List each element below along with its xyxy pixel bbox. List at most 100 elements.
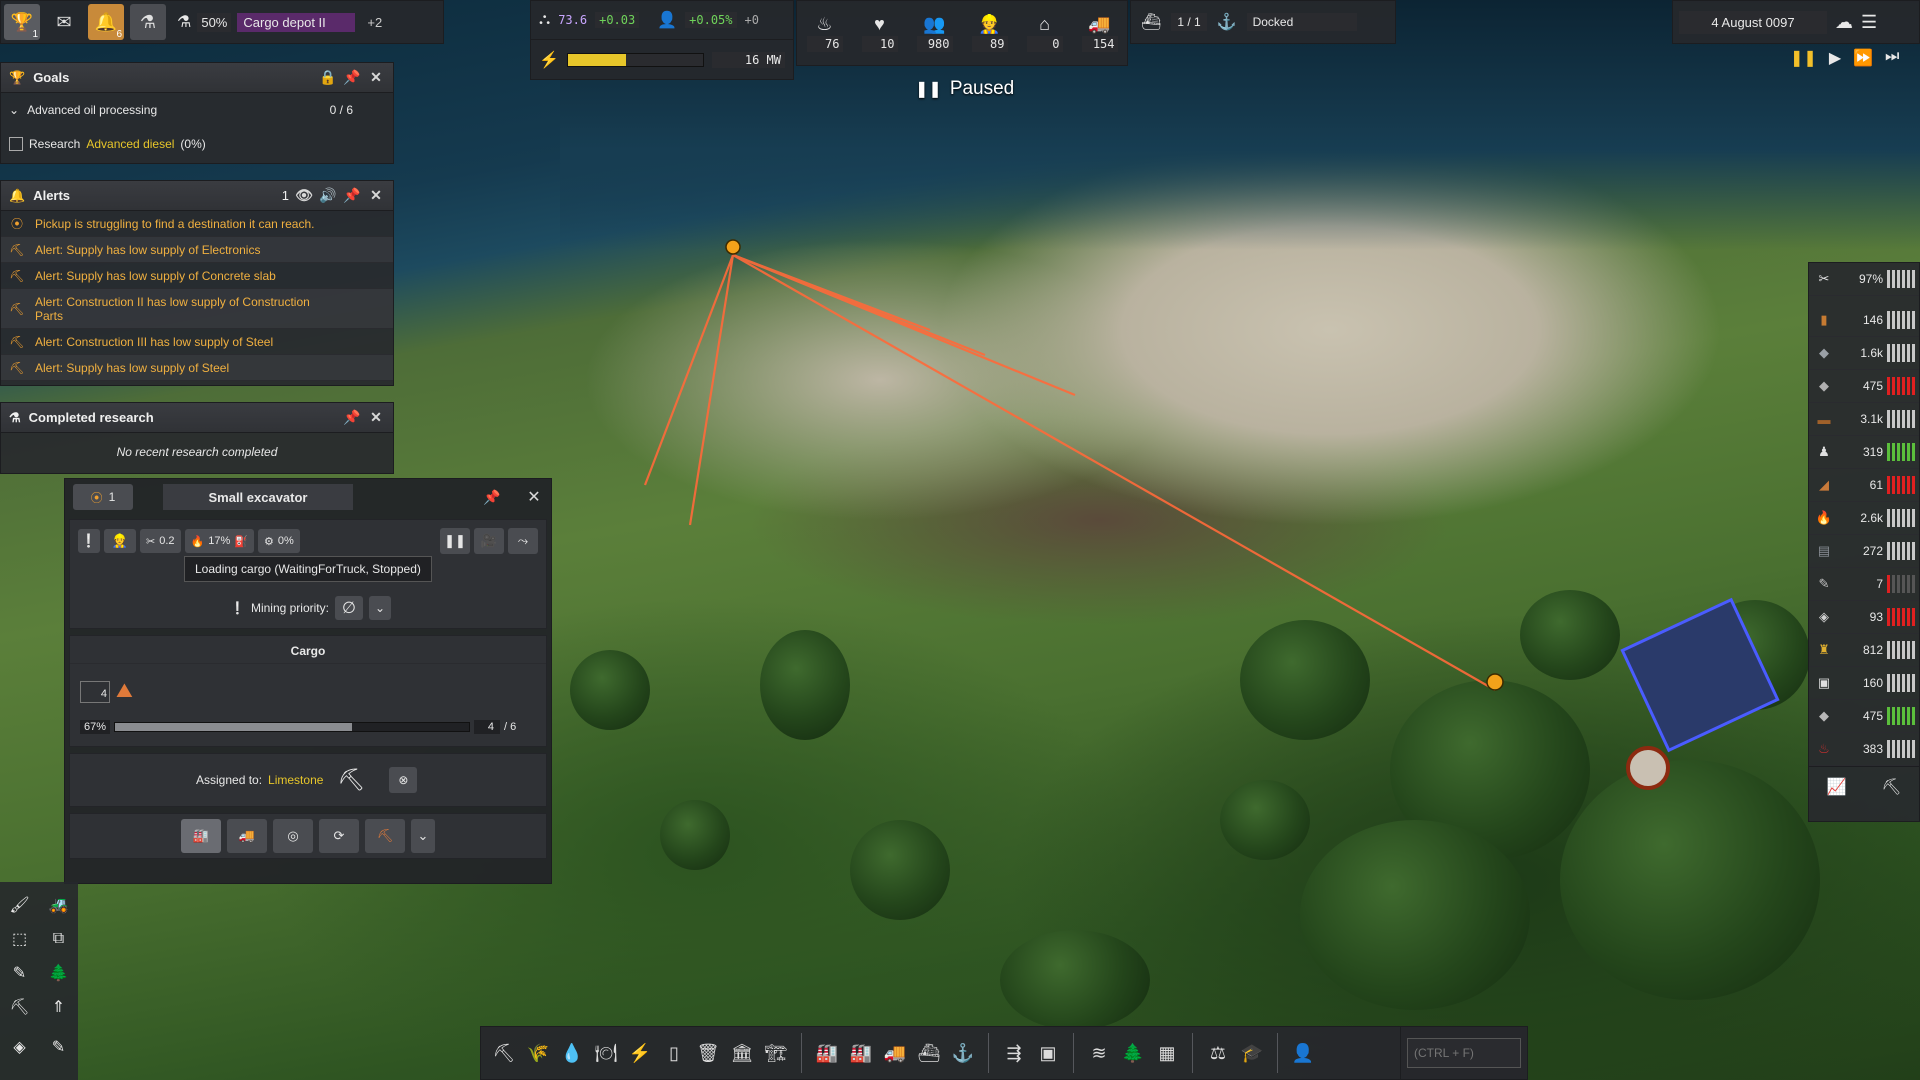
truck-icon[interactable]: 🚚	[227, 819, 267, 853]
play-button[interactable]: ▶	[1829, 48, 1841, 68]
pause-button[interactable]: ❚❚	[1790, 48, 1817, 68]
resource-row[interactable]: ◢ 61	[1809, 469, 1919, 502]
power-bar[interactable]: ⚡ 16 MW	[531, 40, 793, 79]
resource-row[interactable]: ▮ 146	[1809, 304, 1919, 337]
goals-button[interactable]: 🏆 1	[4, 4, 40, 40]
population-stat[interactable]: 👥 980	[913, 1, 957, 65]
close-icon[interactable]: ✕	[367, 187, 385, 205]
lock-icon[interactable]: 🔒	[319, 69, 337, 87]
resource-row[interactable]: ▤ 272	[1809, 535, 1919, 568]
research-button[interactable]: ⚗	[130, 4, 166, 40]
resource-row[interactable]: ♨ 383	[1809, 733, 1919, 766]
build-storage-icon[interactable]: ▯	[657, 1036, 691, 1070]
fuel-stat[interactable]: 🔥 17% ⛽	[184, 529, 254, 553]
assigned-target[interactable]: Limestone	[268, 773, 323, 787]
alert-item[interactable]: ⛏ Alert: Construction III has low supply …	[1, 329, 393, 355]
pin-icon[interactable]: 📌	[343, 409, 361, 427]
ore-icon[interactable]: ⛏	[1881, 777, 1901, 797]
eyedropper-icon[interactable]: ✎	[13, 963, 26, 983]
build-dock-icon[interactable]: ⚓	[946, 1036, 980, 1070]
resource-row[interactable]: ◆ 475	[1809, 700, 1919, 733]
storage-indicator[interactable]: ⚗ 50% Cargo depot II +2	[177, 12, 382, 32]
resource-row[interactable]: ▣ 160	[1809, 667, 1919, 700]
resource-row[interactable]: ◈ 93	[1809, 601, 1919, 634]
build-power-icon[interactable]: ⚡	[623, 1036, 657, 1070]
resource-row[interactable]: ✎ 7	[1809, 568, 1919, 601]
edit-icon[interactable]: ✎	[52, 1037, 65, 1057]
route-icon[interactable]: ⤳	[508, 528, 538, 554]
factory-icon[interactable]: 🏭	[181, 819, 221, 853]
worker-icon[interactable]: 👷	[104, 529, 136, 553]
messages-button[interactable]: ✉	[46, 4, 82, 40]
build-farm-icon[interactable]: 🌾	[521, 1036, 555, 1070]
pin-icon[interactable]: 📌	[343, 187, 361, 205]
cargo-slot[interactable]: 4 ⛰	[80, 680, 133, 703]
target-icon[interactable]: ◎	[273, 819, 313, 853]
pause-vehicle-button[interactable]: ❚❚	[440, 528, 470, 554]
task-link[interactable]: Advanced diesel	[86, 137, 174, 151]
build-decor-icon[interactable]: ▦	[1150, 1036, 1184, 1070]
tree-cut-icon[interactable]: 🌲	[49, 963, 69, 983]
resource-row[interactable]: ◆ 475	[1809, 370, 1919, 403]
weather-icon[interactable]: ☁	[1835, 12, 1853, 33]
menu-icon[interactable]: ☰	[1861, 12, 1877, 33]
build-water-icon[interactable]: 💧	[555, 1036, 589, 1070]
resource-row[interactable]: 🔥 2.6k	[1809, 502, 1919, 535]
fastest-button[interactable]: ⏭	[1885, 48, 1899, 68]
build-ship-icon[interactable]: ⛴	[912, 1036, 946, 1070]
build-vehicles-icon[interactable]: 🚚	[878, 1036, 912, 1070]
goal-item[interactable]: ⌄ Advanced oil processing 0 / 6	[1, 93, 393, 127]
pin-icon[interactable]: 📌	[483, 488, 501, 506]
resource-row[interactable]: ♟ 319	[1809, 436, 1919, 469]
alert-item[interactable]: ⛏ Alert: Supply has low supply of Concret…	[1, 263, 393, 289]
task-checkbox[interactable]	[9, 137, 23, 151]
balance-icon[interactable]: ⚖	[1201, 1036, 1235, 1070]
copy-icon[interactable]: ⧉	[53, 930, 64, 948]
unassign-button[interactable]: ⊗	[389, 767, 418, 793]
build-food-icon[interactable]: 🍽	[589, 1036, 623, 1070]
alert-item[interactable]: ⛏ Alert: Supply has low supply of Electro…	[1, 237, 393, 263]
ship-status[interactable]: ⛴ 1 / 1 ⚓ Docked	[1130, 0, 1396, 44]
build-mining-icon[interactable]: ⛏	[487, 1036, 521, 1070]
select-area-icon[interactable]: ⬚	[12, 929, 27, 949]
housing-stat[interactable]: ⌂ 0	[1023, 1, 1067, 65]
alert-item[interactable]: ⛏ Alert: Construction II has low supply o…	[1, 289, 393, 329]
chart-icon[interactable]: 📈	[1826, 777, 1846, 797]
build-trees-icon[interactable]: 🌲	[1116, 1036, 1150, 1070]
resource-row[interactable]: ▬ 3.1k	[1809, 403, 1919, 436]
build-waste-icon[interactable]: 🗑	[691, 1036, 725, 1070]
upgrade-icon[interactable]: ⇑	[52, 997, 65, 1017]
close-icon[interactable]: ✕	[367, 409, 385, 427]
close-icon[interactable]: ✕	[525, 488, 543, 506]
search-input[interactable]	[1407, 1038, 1521, 1068]
alert-item[interactable]: ⦿ Pickup is struggling to find a destinat…	[1, 211, 393, 237]
speaker-icon[interactable]: 🔊	[319, 187, 337, 205]
alert-item[interactable]: ⛏ Alert: Supply has low supply of Steel	[1, 355, 393, 381]
bulldozer-icon[interactable]: 🚜	[49, 895, 69, 915]
maintenance-stat[interactable]: ⚙ 0%	[257, 529, 300, 553]
chevron-down-icon[interactable]: ⌄	[368, 596, 391, 620]
food-stat[interactable]: ♨ 76	[803, 1, 847, 65]
loop-icon[interactable]: ⟳	[319, 819, 359, 853]
health-stat[interactable]: ♥ 10	[858, 1, 902, 65]
workers-stat[interactable]: 👷 89	[968, 1, 1012, 65]
build-factory-icon[interactable]: 🏭	[810, 1036, 844, 1070]
build-housing-icon[interactable]: 🏛	[725, 1036, 759, 1070]
goal-task[interactable]: Research Advanced diesel (0%)	[1, 127, 393, 161]
build-smelter-icon[interactable]: 🏭	[844, 1036, 878, 1070]
brush-icon[interactable]: 🖌	[9, 895, 29, 915]
info-icon[interactable]: ❕	[78, 529, 100, 553]
pin-icon[interactable]: 📌	[343, 69, 361, 87]
close-icon[interactable]: ✕	[367, 69, 385, 87]
build-services-icon[interactable]: 🏗	[759, 1036, 793, 1070]
chevron-down-icon[interactable]: ⌄	[411, 819, 435, 853]
eye-icon[interactable]: 👁	[295, 187, 313, 205]
resource-row[interactable]: ♜ 812	[1809, 634, 1919, 667]
resource-row[interactable]: ◆ 1.6k	[1809, 337, 1919, 370]
layers-icon[interactable]: ◈	[13, 1037, 25, 1057]
priority-none-button[interactable]: ∅	[334, 596, 363, 620]
build-transport-icon[interactable]: ⇶	[997, 1036, 1031, 1070]
work-stat[interactable]: ✂ 0.2	[140, 529, 181, 553]
resource-row[interactable]: ✂ 97%	[1809, 263, 1919, 296]
build-logistics-icon[interactable]: ▣	[1031, 1036, 1065, 1070]
